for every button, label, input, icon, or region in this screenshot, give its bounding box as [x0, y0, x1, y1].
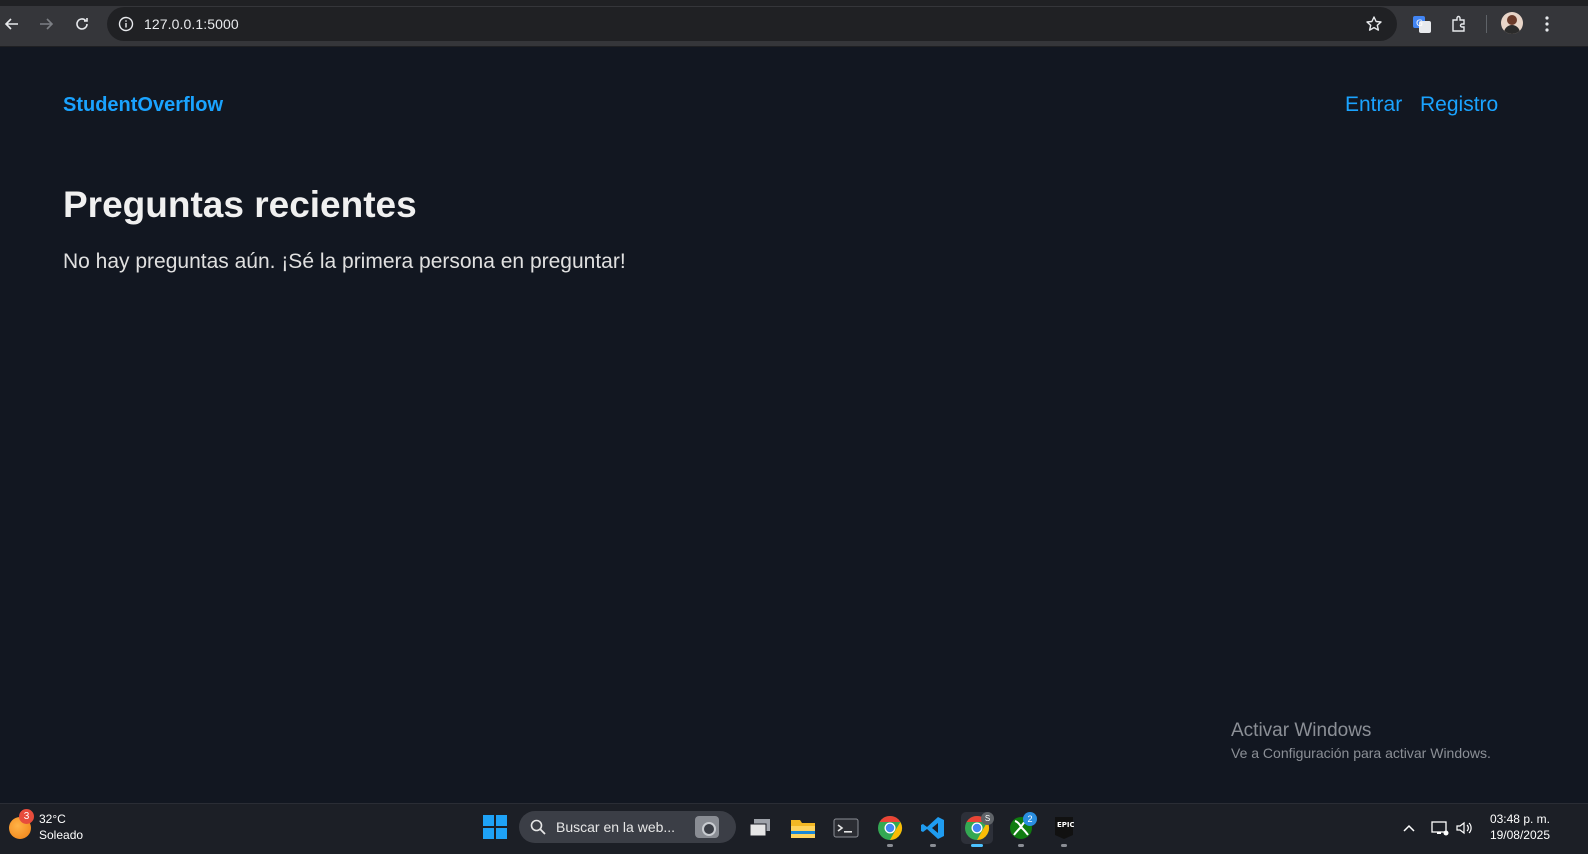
weather-temperature: 32°C — [39, 812, 66, 826]
clock-time[interactable]: 03:48 p. m. — [1490, 812, 1550, 826]
back-button[interactable] — [0, 12, 24, 36]
site-info-icon[interactable] — [118, 16, 134, 32]
taskbar-app-vscode[interactable] — [917, 812, 949, 847]
brand-logo-link[interactable]: StudentOverflow — [63, 94, 223, 117]
epic-games-icon: EPIC — [1055, 817, 1074, 839]
taskbar-app-chrome-profile-2[interactable]: S — [961, 812, 994, 847]
page-title: Preguntas recientes — [63, 184, 417, 225]
nav-login-link[interactable]: Entrar — [1345, 93, 1402, 117]
taskbar-app-task-view[interactable] — [744, 812, 776, 844]
reload-button[interactable] — [70, 12, 94, 36]
weather-condition: Soleado — [39, 828, 84, 842]
taskbar-app-file-explorer[interactable] — [787, 812, 819, 844]
windows-logo-tile — [496, 828, 507, 839]
search-placeholder: Buscar en la web... — [556, 819, 676, 835]
volume-icon[interactable] — [1454, 818, 1474, 838]
bookmark-star-icon[interactable] — [1365, 15, 1383, 33]
active-indicator — [971, 844, 983, 847]
nav-register-link[interactable]: Registro — [1420, 93, 1498, 117]
activation-watermark-subtitle: Ve a Configuración para activar Windows. — [1231, 745, 1491, 761]
windows-logo-tile — [496, 815, 507, 826]
task-view-icon — [749, 819, 770, 837]
notification-badge: 2 — [1023, 812, 1037, 826]
taskbar-app-chrome-profile-1[interactable] — [874, 812, 906, 847]
translate-extension-icon[interactable]: G — [1410, 12, 1434, 36]
folder-icon — [791, 820, 815, 838]
arrow-right-icon — [40, 18, 54, 30]
taskbar-search[interactable]: Buscar en la web... — [519, 811, 736, 843]
address-bar[interactable]: 127.0.0.1:5000 — [107, 7, 1397, 41]
arrow-left-icon — [4, 18, 18, 30]
profile-avatar[interactable] — [1501, 12, 1523, 34]
running-indicator — [1018, 844, 1024, 847]
toolbar-divider — [1486, 15, 1487, 33]
taskbar-app-terminal[interactable] — [830, 812, 862, 844]
start-button[interactable] — [483, 815, 507, 839]
vscode-icon — [921, 817, 944, 839]
browser-menu-icon[interactable] — [1535, 12, 1559, 36]
svg-text:EPIC: EPIC — [1057, 821, 1074, 829]
taskbar-app-xbox[interactable]: 2 — [1005, 812, 1037, 847]
empty-state-message: No hay preguntas aún. ¡Sé la primera per… — [63, 250, 626, 273]
terminal-icon — [833, 818, 859, 838]
running-indicator — [1061, 844, 1067, 847]
clock-date[interactable]: 19/08/2025 — [1490, 828, 1550, 842]
windows-logo-tile — [483, 815, 494, 826]
search-icon — [530, 819, 546, 835]
chrome-icon — [878, 816, 903, 840]
forward-button[interactable] — [34, 12, 58, 36]
windows-taskbar: 3 32°C Soleado Buscar en la web... S 2 E… — [0, 803, 1588, 854]
windows-logo-tile — [483, 828, 494, 839]
tab-strip — [0, 0, 1588, 6]
running-indicator — [930, 844, 936, 847]
url-text[interactable]: 127.0.0.1:5000 — [144, 16, 239, 32]
activation-watermark-title: Activar Windows — [1231, 720, 1372, 741]
weather-notification-badge: 3 — [19, 809, 34, 824]
page-viewport: StudentOverflow Entrar Registro Pregunta… — [0, 48, 1588, 803]
extensions-puzzle-icon[interactable] — [1447, 12, 1471, 36]
show-hidden-icons-chevron-icon[interactable] — [1399, 818, 1419, 838]
running-indicator — [887, 844, 893, 847]
taskbar-app-epic-games[interactable]: EPIC — [1048, 812, 1080, 847]
browser-toolbar: 127.0.0.1:5000 G — [0, 0, 1588, 47]
reload-icon — [76, 18, 88, 30]
profile-badge: S — [981, 812, 994, 825]
network-icon[interactable] — [1430, 818, 1450, 838]
svg-text:G: G — [1416, 19, 1423, 29]
visual-search-camera-icon[interactable] — [695, 816, 719, 838]
